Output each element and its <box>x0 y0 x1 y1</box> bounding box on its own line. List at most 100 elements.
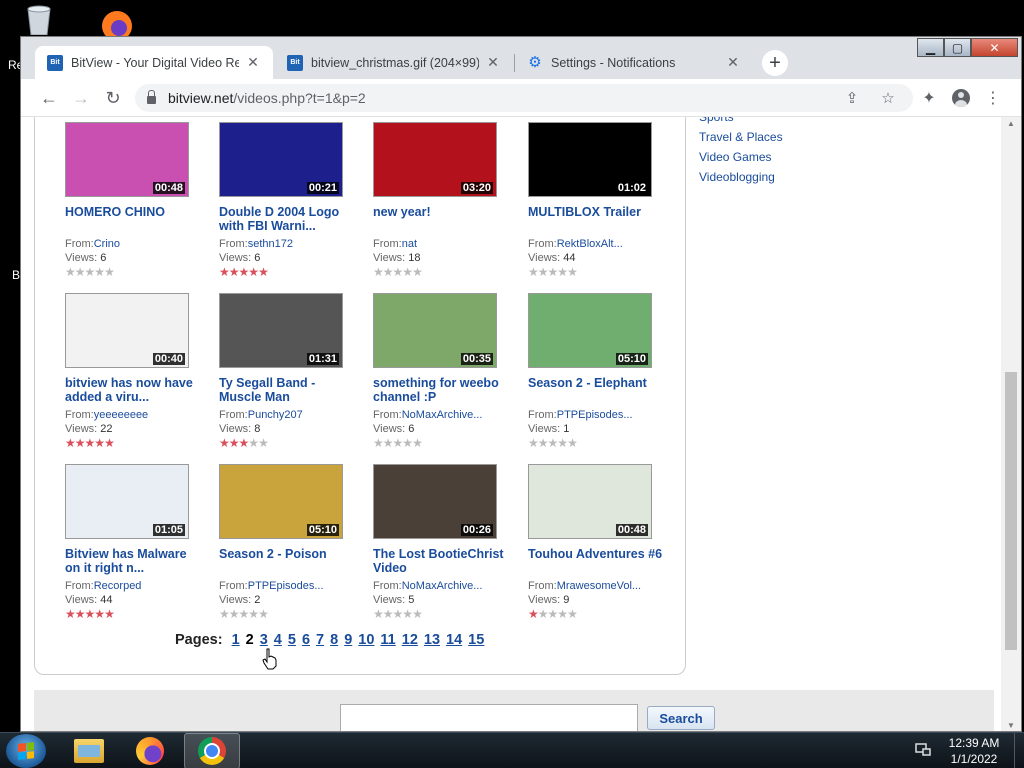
video-title-link[interactable]: HOMERO CHINO <box>65 205 200 237</box>
star-icon[interactable]: ★ <box>258 265 269 279</box>
star-icon[interactable]: ★ <box>528 436 539 450</box>
star-icon[interactable]: ★ <box>538 436 549 450</box>
bookmark-star-icon[interactable]: ☆ <box>877 84 899 112</box>
video-thumbnail[interactable]: 00:48 <box>65 122 189 197</box>
video-title-link[interactable]: Bitview has Malware on it right n... <box>65 547 200 579</box>
star-icon[interactable]: ★ <box>402 265 413 279</box>
star-icon[interactable]: ★ <box>548 607 559 621</box>
video-title-link[interactable]: MULTIBLOX Trailer <box>528 205 663 237</box>
star-icon[interactable]: ★ <box>258 607 269 621</box>
star-icon[interactable]: ★ <box>85 607 96 621</box>
star-icon[interactable]: ★ <box>383 436 394 450</box>
star-icon[interactable]: ★ <box>557 436 568 450</box>
star-icon[interactable]: ★ <box>75 607 86 621</box>
search-input[interactable] <box>340 704 638 731</box>
uploader-link[interactable]: NoMaxArchive... <box>402 409 483 421</box>
star-icon[interactable]: ★ <box>393 265 404 279</box>
star-icon[interactable]: ★ <box>85 436 96 450</box>
star-icon[interactable]: ★ <box>412 607 423 621</box>
system-clock[interactable]: 12:39 AM 1/1/2022 <box>944 735 1004 767</box>
star-icon[interactable]: ★ <box>239 436 250 450</box>
address-bar[interactable]: bitview.net /videos.php?t=1&p=2 ⇪ ☆ <box>135 84 913 112</box>
star-icon[interactable]: ★ <box>94 265 105 279</box>
star-icon[interactable]: ★ <box>239 607 250 621</box>
star-icon[interactable]: ★ <box>548 436 559 450</box>
category-link-travel[interactable]: Travel & Places <box>699 127 783 147</box>
video-title-link[interactable]: Touhou Adventures #6 <box>528 547 663 579</box>
recycle-bin-icon[interactable] <box>20 5 58 36</box>
star-icon[interactable]: ★ <box>248 265 259 279</box>
search-button[interactable]: Search <box>647 706 715 730</box>
page-link-14[interactable]: 14 <box>446 632 462 648</box>
category-link-videoblogging[interactable]: Videoblogging <box>699 167 783 187</box>
star-icon[interactable]: ★ <box>538 607 549 621</box>
star-icon[interactable]: ★ <box>248 436 259 450</box>
video-title-link[interactable]: new year! <box>373 205 508 237</box>
star-icon[interactable]: ★ <box>219 607 230 621</box>
star-icon[interactable]: ★ <box>104 436 115 450</box>
start-button[interactable] <box>6 734 46 768</box>
video-thumbnail[interactable]: 00:21 <box>219 122 343 197</box>
star-icon[interactable]: ★ <box>402 607 413 621</box>
video-thumbnail[interactable]: 01:02 <box>528 122 652 197</box>
star-icon[interactable]: ★ <box>393 436 404 450</box>
star-icon[interactable]: ★ <box>528 607 539 621</box>
star-icon[interactable]: ★ <box>104 265 115 279</box>
taskbar-chrome[interactable] <box>184 733 240 768</box>
star-icon[interactable]: ★ <box>85 265 96 279</box>
video-title-link[interactable]: Season 2 - Poison <box>219 547 354 579</box>
lock-icon[interactable] <box>147 90 156 104</box>
video-thumbnail[interactable]: 01:31 <box>219 293 343 368</box>
page-link-9[interactable]: 9 <box>344 632 352 648</box>
share-icon[interactable]: ⇪ <box>841 84 863 112</box>
scroll-thumb[interactable] <box>1005 372 1017 650</box>
video-title-link[interactable]: something for weebo channel :P <box>373 376 508 408</box>
star-icon[interactable]: ★ <box>557 265 568 279</box>
star-icon[interactable]: ★ <box>373 607 384 621</box>
star-icon[interactable]: ★ <box>548 265 559 279</box>
star-icon[interactable]: ★ <box>528 265 539 279</box>
page-link-10[interactable]: 10 <box>358 632 374 648</box>
star-icon[interactable]: ★ <box>538 265 549 279</box>
star-icon[interactable]: ★ <box>65 436 76 450</box>
star-icon[interactable]: ★ <box>65 607 76 621</box>
page-link-5[interactable]: 5 <box>288 632 296 648</box>
star-icon[interactable]: ★ <box>258 436 269 450</box>
close-icon[interactable]: ✕ <box>725 54 741 71</box>
back-arrow-icon[interactable]: ← <box>38 87 60 109</box>
page-link-1[interactable]: 1 <box>232 632 240 648</box>
star-icon[interactable]: ★ <box>94 436 105 450</box>
star-icon[interactable]: ★ <box>373 265 384 279</box>
star-icon[interactable]: ★ <box>239 265 250 279</box>
network-icon[interactable] <box>914 742 932 758</box>
star-icon[interactable]: ★ <box>567 607 578 621</box>
page-scrollbar[interactable]: ▲ ▼ <box>1001 117 1021 731</box>
close-icon[interactable]: ✕ <box>245 54 261 71</box>
video-thumbnail[interactable]: 00:26 <box>373 464 497 539</box>
video-title-link[interactable]: Double D 2004 Logo with FBI Warni... <box>219 205 354 237</box>
page-link-2[interactable]: 2 <box>246 632 254 648</box>
minimize-button[interactable]: ▁ <box>917 38 944 57</box>
scroll-up-arrow-icon[interactable]: ▲ <box>1007 119 1015 128</box>
video-title-link[interactable]: Season 2 - Elephant <box>528 376 663 408</box>
video-title-link[interactable]: The Lost BootieChrist Video <box>373 547 508 579</box>
page-link-6[interactable]: 6 <box>302 632 310 648</box>
video-thumbnail[interactable]: 01:05 <box>65 464 189 539</box>
uploader-link[interactable]: NoMaxArchive... <box>402 580 483 592</box>
reload-icon[interactable]: ↻ <box>102 87 124 109</box>
uploader-link[interactable]: MrawesomeVol... <box>557 580 641 592</box>
taskbar-firefox[interactable] <box>122 733 178 768</box>
menu-kebab-icon[interactable]: ⋮ <box>982 87 1004 109</box>
star-icon[interactable]: ★ <box>567 265 578 279</box>
tab-bitview[interactable]: Bit BitView - Your Digital Video Reposit… <box>35 46 273 79</box>
star-icon[interactable]: ★ <box>412 436 423 450</box>
star-icon[interactable]: ★ <box>219 436 230 450</box>
video-title-link[interactable]: Ty Segall Band - Muscle Man <box>219 376 354 408</box>
star-icon[interactable]: ★ <box>412 265 423 279</box>
page-link-13[interactable]: 13 <box>424 632 440 648</box>
uploader-link[interactable]: PTPEpisodes... <box>557 409 633 421</box>
page-link-12[interactable]: 12 <box>402 632 418 648</box>
video-thumbnail[interactable]: 00:48 <box>528 464 652 539</box>
uploader-link[interactable]: Crino <box>94 238 120 250</box>
uploader-link[interactable]: Punchy207 <box>248 409 303 421</box>
